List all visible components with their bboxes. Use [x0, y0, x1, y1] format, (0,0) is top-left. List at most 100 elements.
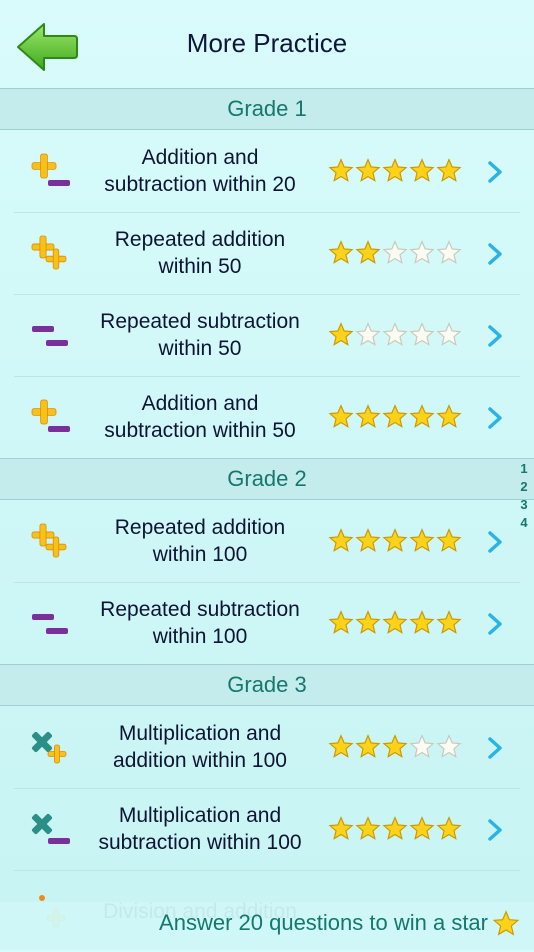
footer: Answer 20 questions to win a star [0, 902, 534, 950]
chevron-right-icon [488, 531, 502, 553]
plus-minus-icon [31, 153, 70, 186]
star-filled-icon [355, 610, 381, 634]
minus-minus-icon [32, 614, 68, 634]
practice-row[interactable]: Multiplication and addition within 100 [0, 706, 534, 788]
practice-label-line1: Repeated addition [114, 228, 286, 251]
star-filled-icon [328, 240, 354, 264]
practice-label: Repeated subtraction within 100 [80, 582, 320, 664]
chevron-right-icon [488, 325, 502, 347]
practice-row[interactable]: Repeated addition within 50 [0, 212, 534, 294]
section-index-item[interactable]: 3 [520, 496, 527, 514]
times-minus-icon [31, 813, 70, 844]
star-filled-icon [328, 404, 354, 428]
practice-label-line2: subtraction within 20 [104, 173, 296, 196]
star-filled-icon [382, 158, 408, 182]
plus-plus-icon [31, 523, 67, 558]
practice-row[interactable]: Addition and subtraction within 50 [0, 376, 534, 458]
star-filled-icon [355, 528, 381, 552]
plus-plus-icon [31, 235, 67, 270]
practice-label: Repeated addition within 50 [80, 212, 320, 294]
star-filled-icon [382, 610, 408, 634]
practice-label-line1: Repeated subtraction [100, 598, 300, 621]
star-filled-icon [436, 404, 462, 428]
star-empty-icon [355, 322, 381, 346]
chevron-right-icon [488, 819, 502, 841]
chevron-right-icon [488, 243, 502, 265]
section-index-item[interactable]: 1 [520, 460, 527, 478]
star-filled-icon [355, 158, 381, 182]
star-filled-icon [409, 158, 435, 182]
star-rating [328, 528, 462, 554]
star-rating [328, 158, 462, 184]
section-title: Grade 1 [227, 96, 307, 121]
practice-label: Repeated subtraction within 50 [80, 294, 320, 376]
star-rating [328, 734, 462, 760]
section-header: Grade 2 [0, 458, 534, 500]
star-rating [328, 816, 462, 842]
footer-text: Answer 20 questions to win a star [159, 910, 488, 935]
star-empty-icon [436, 322, 462, 346]
star-filled-icon [382, 816, 408, 840]
star-empty-icon [436, 734, 462, 758]
chevron-right-icon [488, 161, 502, 183]
practice-label: Addition and subtraction within 20 [80, 130, 320, 212]
practice-label: Multiplication and addition within 100 [80, 706, 320, 788]
times-plus-icon [31, 731, 67, 764]
practice-label: Multiplication and subtraction within 100 [80, 788, 320, 870]
star-filled-icon [328, 734, 354, 758]
star-filled-icon [436, 158, 462, 182]
practice-label-line2: subtraction within 50 [104, 419, 296, 442]
star-filled-icon [382, 734, 408, 758]
star-filled-icon [409, 610, 435, 634]
star-icon [492, 910, 520, 936]
practice-row[interactable]: Repeated addition within 100 [0, 500, 534, 582]
star-filled-icon [382, 404, 408, 428]
star-filled-icon [355, 240, 381, 264]
section-index-bar: 1234 [516, 460, 532, 532]
minus-minus-icon [32, 326, 68, 346]
practice-label-line2: within 100 [152, 625, 248, 648]
practice-label-line1: Repeated subtraction [100, 310, 300, 333]
practice-row[interactable]: Repeated subtraction within 50 [0, 294, 534, 376]
practice-label: Addition and subtraction within 50 [80, 376, 320, 458]
star-empty-icon [382, 240, 408, 264]
star-filled-icon [409, 816, 435, 840]
star-empty-icon [409, 240, 435, 264]
practice-label-line1: Addition and [141, 146, 259, 169]
practice-label-line2: within 100 [152, 543, 248, 566]
star-empty-icon [436, 240, 462, 264]
section-title: Grade 3 [227, 672, 307, 697]
chevron-right-icon [488, 737, 502, 759]
star-filled-icon [436, 610, 462, 634]
practice-list: Grade 1 Addition and subtraction within 2… [0, 88, 534, 952]
chevron-right-icon [488, 407, 502, 429]
practice-label: Repeated addition within 100 [80, 500, 320, 582]
page-title: More Practice [186, 28, 348, 58]
star-filled-icon [436, 528, 462, 552]
section-index-item[interactable]: 4 [520, 514, 527, 532]
section-header: Grade 1 [0, 88, 534, 130]
star-filled-icon [328, 158, 354, 182]
section-index-item[interactable]: 2 [520, 478, 527, 496]
chevron-right-icon [488, 613, 502, 635]
practice-label-line2: subtraction within 100 [98, 831, 302, 854]
star-filled-icon [328, 322, 354, 346]
star-empty-icon [382, 322, 408, 346]
star-filled-icon [409, 528, 435, 552]
top-bar: More Practice [0, 0, 534, 88]
star-filled-icon [328, 528, 354, 552]
practice-row[interactable]: Addition and subtraction within 20 [0, 130, 534, 212]
practice-label-line2: within 50 [158, 255, 242, 278]
practice-label-line2: addition within 100 [113, 749, 287, 772]
star-empty-icon [409, 322, 435, 346]
section-header: Grade 3 [0, 664, 534, 706]
star-rating [328, 240, 462, 266]
practice-row[interactable]: Multiplication and subtraction within 100 [0, 788, 534, 870]
star-rating [328, 404, 462, 430]
practice-label-line1: Multiplication and [118, 804, 282, 827]
star-filled-icon [355, 816, 381, 840]
practice-label-line1: Multiplication and [118, 722, 282, 745]
star-empty-icon [409, 734, 435, 758]
practice-row[interactable]: Repeated subtraction within 100 [0, 582, 534, 664]
star-filled-icon [355, 404, 381, 428]
